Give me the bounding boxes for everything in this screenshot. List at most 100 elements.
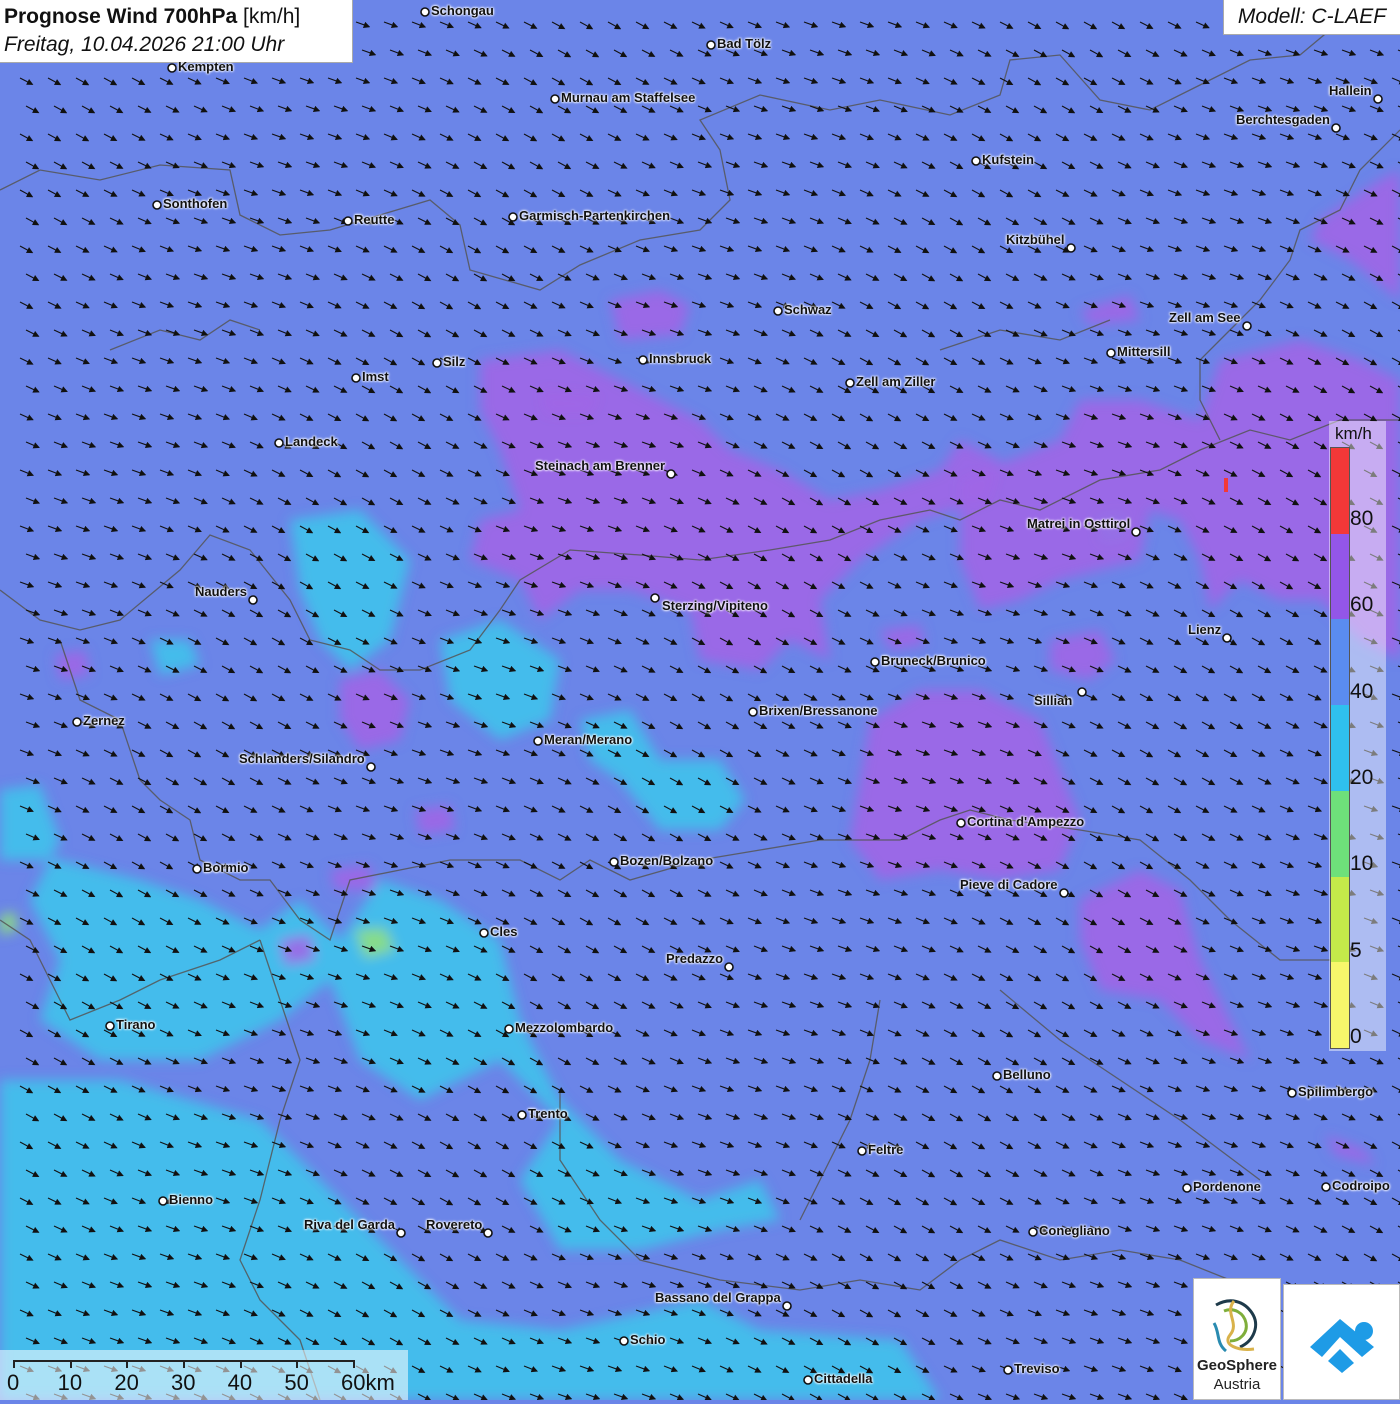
city-marker	[167, 63, 177, 73]
scale-label: 40	[227, 1370, 253, 1395]
map-unit: [km/h]	[243, 5, 301, 28]
city-label: Bad Tölz	[717, 36, 772, 51]
legend-swatch	[1331, 533, 1349, 620]
city-label: Pieve di Cadore	[960, 877, 1058, 892]
legend-tick-label: 0	[1350, 1025, 1362, 1048]
city-marker	[1242, 321, 1252, 331]
legend-unit: km/h	[1335, 424, 1372, 443]
city-label: Bassano del Grappa	[655, 1290, 781, 1305]
city-label: Bormio	[203, 860, 249, 875]
city-marker	[396, 1228, 406, 1238]
city-marker	[248, 595, 258, 605]
city-label: Steinach am Brenner	[535, 458, 666, 473]
city-marker	[72, 717, 82, 727]
city-marker	[619, 1336, 629, 1346]
legend-tick-label: 40	[1350, 680, 1374, 703]
scale-tick	[296, 1360, 299, 1368]
city-marker	[857, 1146, 867, 1156]
map-title-box: Prognose Wind 700hPa [km/h] Freitag, 10.…	[0, 0, 353, 63]
city-label: Reutte	[354, 212, 395, 227]
city-marker	[1287, 1088, 1297, 1098]
scale-label: 30	[171, 1370, 196, 1395]
city-label: Treviso	[1014, 1361, 1060, 1376]
city-marker	[1003, 1365, 1013, 1375]
city-marker	[724, 962, 734, 972]
city-marker	[343, 216, 353, 226]
scale-tick	[69, 1360, 72, 1368]
city-marker	[870, 657, 880, 667]
city-marker	[1066, 243, 1076, 253]
legend-swatch	[1331, 705, 1349, 791]
model-label: Modell: C-LAEF	[1223, 0, 1400, 35]
city-marker	[1059, 888, 1069, 898]
city-label: Bienno	[169, 1192, 214, 1207]
city-marker	[803, 1375, 813, 1385]
legend-swatch	[1331, 448, 1349, 534]
legend-tick-label: 5	[1350, 939, 1362, 962]
scale-tick	[239, 1360, 242, 1368]
scale-label: 0	[7, 1370, 20, 1395]
legend-colorbar	[1330, 447, 1350, 1049]
city-label: Zell am Ziller	[856, 374, 936, 389]
city-marker	[1028, 1227, 1038, 1237]
city-marker	[1321, 1182, 1331, 1192]
legend-tick-label: 20	[1350, 766, 1374, 789]
city-marker	[845, 378, 855, 388]
scale-tick	[353, 1360, 355, 1368]
scale-label: 10	[57, 1370, 83, 1395]
city-marker	[650, 593, 660, 603]
city-label: Pordenone	[1193, 1179, 1261, 1194]
geosphere-logo: GeoSphere Austria	[1193, 1278, 1281, 1400]
city-label: Hallein	[1329, 83, 1372, 98]
city-label: Imst	[362, 369, 389, 384]
city-label: Rovereto	[426, 1217, 483, 1232]
scale-tick	[183, 1360, 185, 1368]
city-marker	[706, 40, 716, 50]
city-label: Meran/Merano	[544, 732, 633, 747]
city-label: Sterzing/Vipiteno	[662, 598, 768, 613]
legend-tick-label: 10	[1350, 852, 1374, 875]
city-marker	[992, 1071, 1002, 1081]
city-label: Schwaz	[784, 302, 832, 317]
city-marker	[1222, 633, 1232, 643]
city-marker	[533, 736, 543, 746]
city-marker	[1373, 94, 1383, 104]
city-label: Berchtesgaden	[1236, 112, 1330, 127]
city-label: Sonthofen	[163, 196, 228, 211]
city-label: Kempten	[178, 59, 234, 74]
city-marker	[782, 1301, 792, 1311]
scale-label: 60km	[341, 1370, 395, 1395]
city-label: Cles	[490, 924, 518, 939]
city-marker	[1106, 348, 1116, 358]
city-marker	[971, 156, 981, 166]
city-marker	[1077, 687, 1087, 697]
city-marker	[432, 358, 442, 368]
city-label: Bruneck/Brunico	[881, 653, 986, 668]
legend-swatch	[1331, 619, 1349, 706]
city-label: Landeck	[285, 434, 338, 449]
legend-tick-label: 60	[1350, 593, 1374, 616]
city-label: Feltre	[868, 1142, 904, 1157]
city-label: Lienz	[1188, 622, 1222, 637]
city-marker	[274, 438, 284, 448]
city-label: Silz	[443, 354, 466, 369]
city-marker	[508, 212, 518, 222]
scale-tick	[13, 1360, 15, 1368]
geosphere-name: GeoSphere	[1196, 1357, 1278, 1374]
city-marker	[1331, 123, 1341, 133]
city-marker	[366, 762, 376, 772]
map-title: Prognose Wind 700hPa	[4, 5, 238, 28]
city-marker	[158, 1196, 168, 1206]
legend-tick-label: 80	[1350, 507, 1374, 530]
scale-tick	[126, 1360, 129, 1368]
city-marker	[748, 707, 758, 717]
city-label: Zell am See	[1169, 310, 1241, 325]
city-marker	[609, 857, 619, 867]
city-marker	[773, 306, 783, 316]
geosphere-country: Austria	[1213, 1376, 1261, 1393]
scale-label: 20	[114, 1370, 139, 1395]
city-label: Tirano	[116, 1017, 156, 1032]
city-label: Sillian	[1034, 693, 1073, 708]
legend-swatch	[1331, 790, 1349, 877]
city-label: Predazzo	[666, 951, 724, 966]
